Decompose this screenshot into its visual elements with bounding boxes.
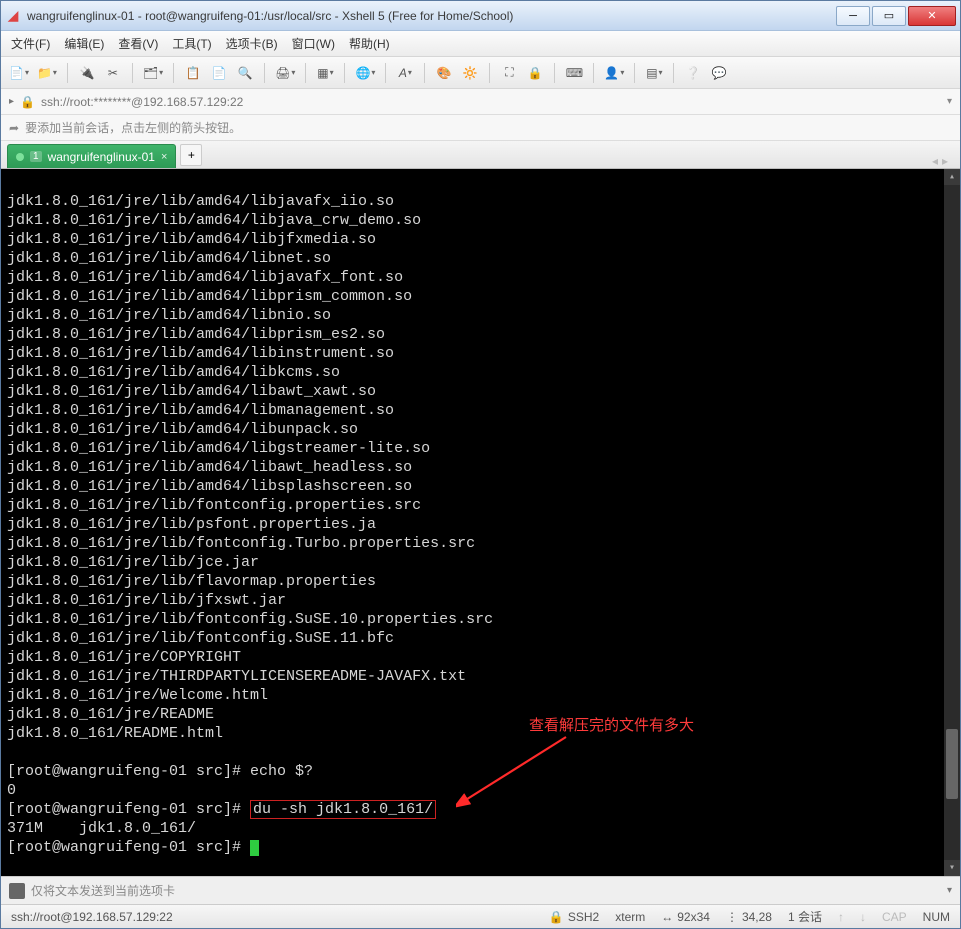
new-tab-button[interactable]: + <box>180 144 202 166</box>
status-size: ↔ 92x34 <box>661 910 710 924</box>
menu-help[interactable]: 帮助(H) <box>349 35 390 52</box>
menu-tab[interactable]: 选项卡(B) <box>226 35 278 52</box>
menu-file[interactable]: 文件(F) <box>11 35 50 52</box>
address-chevron-icon[interactable]: ▸ <box>9 96 14 107</box>
paste-button[interactable]: 📄 <box>208 61 230 85</box>
tab-status-icon <box>16 153 24 161</box>
fullscreen-button[interactable]: ⛶ <box>498 61 520 85</box>
window-title: wangruifenglinux-01 - root@wangruifeng-0… <box>27 9 834 23</box>
new-session-button[interactable]: 📄▾ <box>7 61 31 85</box>
menubar: 文件(F) 编辑(E) 查看(V) 工具(T) 选项卡(B) 窗口(W) 帮助(… <box>1 31 960 57</box>
compose-button[interactable]: 👤▾ <box>602 61 626 85</box>
terminal-scrollbar[interactable]: ▴ ▾ <box>944 169 960 876</box>
prompt-line-1: [root@wangruifeng-01 src]# echo $? <box>7 763 313 780</box>
menu-window[interactable]: 窗口(W) <box>292 35 335 52</box>
window-buttons: ─ ▭ ✕ <box>834 6 956 26</box>
status-cursor-pos: ⋮ 34,28 <box>726 910 772 924</box>
close-button[interactable]: ✕ <box>908 6 956 26</box>
menu-view[interactable]: 查看(V) <box>118 35 158 52</box>
send-dropdown-icon[interactable]: ▾ <box>947 885 952 896</box>
tab-label: wangruifenglinux-01 <box>48 150 155 164</box>
disconnect-button[interactable]: ✂ <box>102 61 124 85</box>
status-ssh: 🔒 SSH2 <box>549 910 599 924</box>
lock-icon: 🔒 <box>20 95 35 109</box>
tab-next-icon[interactable]: ▸ <box>942 154 948 168</box>
tab-number: 1 <box>30 151 42 162</box>
status-num: NUM <box>923 910 950 924</box>
scroll-up-button[interactable]: ▴ <box>944 169 960 185</box>
scroll-down-button[interactable]: ▾ <box>944 860 960 876</box>
tab-prev-icon[interactable]: ◂ <box>932 154 938 168</box>
color-button[interactable]: 🎨 <box>433 61 455 85</box>
menu-tools[interactable]: 工具(T) <box>172 35 211 52</box>
status-up-icon: ↑ <box>838 910 844 924</box>
feedback-button[interactable]: 💬 <box>708 61 730 85</box>
minimize-button[interactable]: ─ <box>836 6 870 26</box>
annotation-text: 查看解压完的文件有多大 <box>529 716 694 735</box>
terminal-output: jdk1.8.0_161/jre/lib/amd64/libjavafx_iio… <box>7 193 493 742</box>
tab-strip: 1 wangruifenglinux-01 × + ◂ ▸ <box>1 141 960 169</box>
app-icon: ◢ <box>5 8 21 24</box>
status-cap: CAP <box>882 910 907 924</box>
font-button[interactable]: A▾ <box>394 61 416 85</box>
status-connection: ssh://root@192.168.57.129:22 <box>11 910 533 924</box>
status-down-icon: ↓ <box>860 910 866 924</box>
address-text[interactable]: ssh://root:********@192.168.57.129:22 <box>41 95 243 109</box>
layout-button[interactable]: ▦▾ <box>314 61 336 85</box>
titlebar: ◢ wangruifenglinux-01 - root@wangruifeng… <box>1 1 960 31</box>
hint-text: 要添加当前会话，点击左侧的箭头按钮。 <box>25 119 241 136</box>
address-dropdown-icon[interactable]: ▾ <box>947 96 952 107</box>
find-button[interactable]: 🔍 <box>234 61 256 85</box>
scroll-thumb[interactable] <box>946 729 958 799</box>
properties-button[interactable]: 🗂▾ <box>141 61 165 85</box>
send-bar: 仅将文本发送到当前选项卡 ▾ <box>1 876 960 904</box>
language-button[interactable]: 🌐▾ <box>353 61 377 85</box>
annotation-arrow-icon <box>456 733 576 811</box>
copy-button[interactable]: 📋 <box>182 61 204 85</box>
send-icon[interactable] <box>9 883 25 899</box>
pin-icon[interactable]: ➦ <box>9 121 19 135</box>
prompt-line-2: [root@wangruifeng-01 src]# du -sh jdk1.8… <box>7 800 436 819</box>
tab-close-icon[interactable]: × <box>161 151 167 163</box>
result-1: 0 <box>7 782 16 799</box>
reconnect-button[interactable]: 🔌 <box>76 61 98 85</box>
keyboard-button[interactable]: ⌨ <box>563 61 585 85</box>
status-bar: ssh://root@192.168.57.129:22 🔒 SSH2 xter… <box>1 904 960 928</box>
cursor <box>250 840 259 856</box>
open-button[interactable]: 📁▾ <box>35 61 59 85</box>
lock-button[interactable]: 🔒 <box>524 61 546 85</box>
app-window: ◢ wangruifenglinux-01 - root@wangruifeng… <box>0 0 961 929</box>
prompt-line-3: [root@wangruifeng-01 src]# <box>7 839 259 856</box>
highlighted-command: du -sh jdk1.8.0_161/ <box>250 800 436 819</box>
toolbar: 📄▾ 📁▾ 🔌 ✂ 🗂▾ 📋 📄 🔍 🖨▾ ▦▾ 🌐▾ A▾ 🎨 🔆 ⛶ 🔒 ⌨… <box>1 57 960 89</box>
status-sessions: 1 会话 <box>788 908 822 925</box>
maximize-button[interactable]: ▭ <box>872 6 906 26</box>
highlight-button[interactable]: 🔆 <box>459 61 481 85</box>
address-bar: ▸ 🔒 ssh://root:********@192.168.57.129:2… <box>1 89 960 115</box>
send-bar-text[interactable]: 仅将文本发送到当前选项卡 <box>31 882 175 899</box>
status-term: xterm <box>615 910 645 924</box>
session-tab-1[interactable]: 1 wangruifenglinux-01 × <box>7 144 176 168</box>
help-button[interactable]: ❔ <box>682 61 704 85</box>
hint-bar: ➦ 要添加当前会话，点击左侧的箭头按钮。 <box>1 115 960 141</box>
terminal[interactable]: jdk1.8.0_161/jre/lib/amd64/libjavafx_iio… <box>1 169 960 876</box>
tile-button[interactable]: ▤▾ <box>643 61 665 85</box>
menu-edit[interactable]: 编辑(E) <box>64 35 104 52</box>
print-button[interactable]: 🖨▾ <box>273 61 297 85</box>
result-2: 371M jdk1.8.0_161/ <box>7 820 196 837</box>
